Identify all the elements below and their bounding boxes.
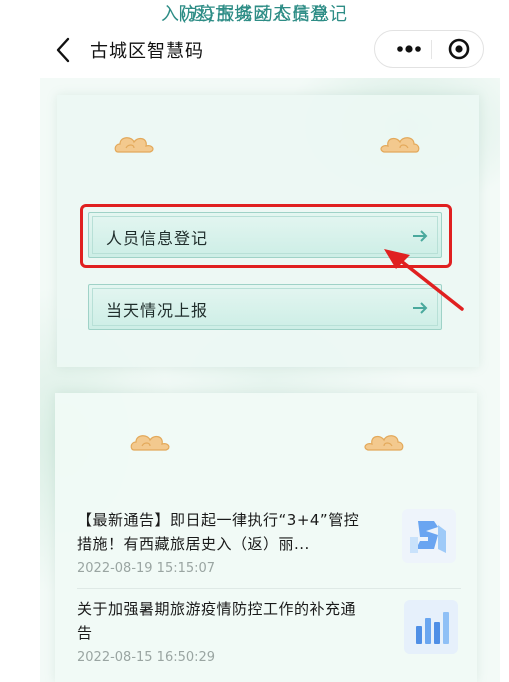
more-dots-icon[interactable]	[387, 31, 431, 67]
news-headline: 【最新通告】即日起一律执行“3+4”管控措施！有西藏旅居史入（返）丽...	[77, 511, 360, 553]
auspicious-cloud-icon	[380, 137, 420, 153]
page-title: 古城区智慧码	[90, 41, 204, 62]
news-divider	[77, 588, 461, 589]
auspicious-cloud-icon	[364, 435, 404, 451]
entry-label: 当天情况上报	[106, 301, 209, 320]
auspicious-cloud-icon	[130, 435, 170, 451]
news-date: 2022-08-19 15:15:07	[77, 561, 216, 576]
news-headline: 关于加强暑期旅游疫情防控工作的补充通告	[77, 600, 357, 642]
news-thumbnail-3d-number-image[interactable]	[402, 509, 456, 563]
chevron-left-icon[interactable]	[52, 36, 76, 64]
mini-program-capsule	[374, 30, 484, 68]
capsule-divider	[431, 40, 432, 59]
news-thumbnail-bar-image[interactable]	[404, 600, 458, 654]
auspicious-cloud-icon	[114, 137, 154, 153]
news-section-title: 防疫服务动态信息	[178, 4, 331, 25]
target-circle-icon[interactable]	[443, 31, 475, 67]
annotation-arrow	[384, 249, 464, 311]
